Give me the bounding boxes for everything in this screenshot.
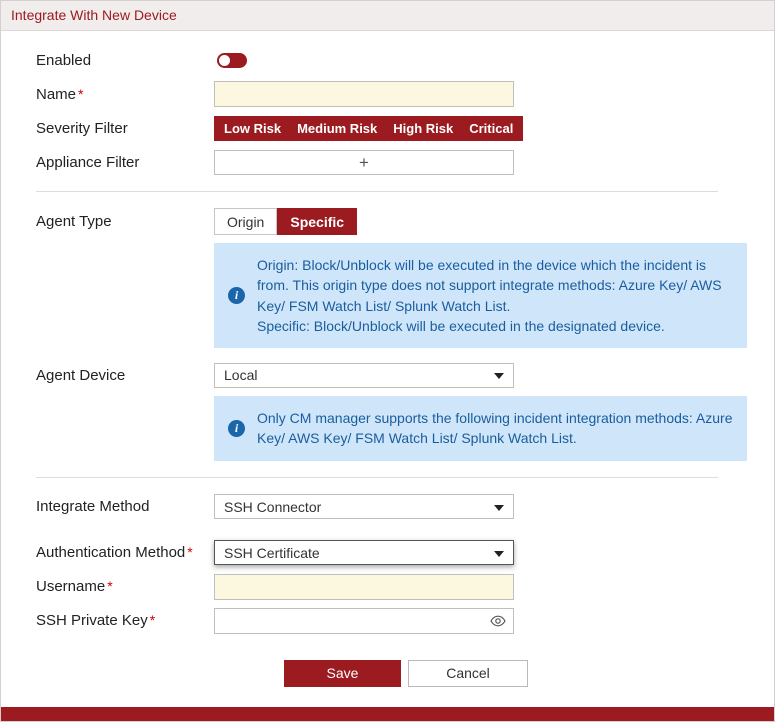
severity-filter-label: Severity Filter: [36, 120, 214, 137]
agent-type-info-text: Origin: Block/Unblock will be executed i…: [257, 255, 733, 336]
appliance-filter-label: Appliance Filter: [36, 154, 214, 171]
auth-method-row: Authentication Method* SSH Certificate: [36, 540, 718, 566]
enabled-label: Enabled: [36, 52, 214, 69]
agent-device-row: Agent Device Local: [36, 362, 718, 388]
info-icon: i: [228, 287, 245, 304]
footer-bar: [1, 707, 774, 721]
required-asterisk: *: [187, 544, 192, 560]
required-asterisk: *: [78, 86, 83, 102]
name-row: Name*: [36, 81, 718, 107]
severity-option-medium[interactable]: Medium Risk: [297, 121, 377, 136]
agent-device-info-text: Only CM manager supports the following i…: [257, 408, 733, 449]
auth-method-dropdown[interactable]: SSH Certificate: [214, 540, 514, 565]
enabled-row: Enabled: [36, 47, 718, 73]
save-button[interactable]: Save: [284, 660, 401, 687]
agent-type-tab-origin[interactable]: Origin: [214, 208, 277, 235]
ssh-private-key-input[interactable]: [214, 608, 514, 634]
chevron-down-icon: [494, 551, 504, 557]
integrate-device-dialog: Integrate With New Device Enabled Name* …: [0, 0, 775, 722]
integrate-method-label: Integrate Method: [36, 498, 214, 515]
auth-method-value: SSH Certificate: [224, 545, 320, 561]
name-label: Name*: [36, 86, 214, 103]
agent-type-info-specific: Specific: Block/Unblock will be executed…: [257, 316, 733, 336]
ssh-private-key-field: [214, 608, 514, 634]
integrate-method-value: SSH Connector: [224, 499, 321, 515]
severity-filter-bar: Low Risk Medium Risk High Risk Critical: [214, 116, 523, 141]
agent-type-row: Agent Type Origin Specific: [36, 208, 718, 235]
agent-device-dropdown[interactable]: Local: [214, 363, 514, 388]
username-row: Username*: [36, 574, 718, 600]
toggle-knob: [219, 55, 230, 66]
enabled-toggle[interactable]: [217, 53, 247, 68]
severity-option-high[interactable]: High Risk: [393, 121, 453, 136]
agent-type-label: Agent Type: [36, 213, 214, 230]
name-input[interactable]: [214, 81, 514, 107]
severity-filter-row: Severity Filter Low Risk Medium Risk Hig…: [36, 115, 718, 141]
ssh-private-key-label: SSH Private Key*: [36, 612, 214, 629]
chevron-down-icon: [494, 373, 504, 379]
agent-device-infobox: i Only CM manager supports the following…: [214, 396, 747, 461]
section-divider: [36, 477, 718, 478]
dialog-body: Enabled Name* Severity Filter Low Risk M…: [1, 31, 747, 687]
action-buttons: Save Cancel: [36, 660, 718, 687]
severity-option-critical[interactable]: Critical: [469, 121, 513, 136]
auth-method-label: Authentication Method*: [36, 544, 214, 561]
agent-type-tab-specific[interactable]: Specific: [277, 208, 357, 235]
agent-type-info-origin: Origin: Block/Unblock will be executed i…: [257, 255, 733, 316]
username-label: Username*: [36, 578, 214, 595]
required-asterisk: *: [107, 578, 112, 594]
info-icon: i: [228, 420, 245, 437]
integrate-method-dropdown[interactable]: SSH Connector: [214, 494, 514, 519]
eye-icon[interactable]: [490, 614, 506, 633]
ssh-private-key-row: SSH Private Key*: [36, 608, 718, 634]
agent-type-infobox: i Origin: Block/Unblock will be executed…: [214, 243, 747, 348]
cancel-button[interactable]: Cancel: [408, 660, 528, 687]
agent-device-value: Local: [224, 367, 257, 383]
username-input[interactable]: [214, 574, 514, 600]
integrate-method-row: Integrate Method SSH Connector: [36, 494, 718, 520]
section-divider: [36, 191, 718, 192]
plus-icon: +: [359, 154, 369, 171]
dialog-title: Integrate With New Device: [11, 7, 177, 23]
dialog-header: Integrate With New Device: [1, 1, 774, 31]
required-asterisk: *: [150, 612, 155, 628]
appliance-filter-add-button[interactable]: +: [214, 150, 514, 175]
agent-device-label: Agent Device: [36, 367, 214, 384]
chevron-down-icon: [494, 505, 504, 511]
severity-option-low[interactable]: Low Risk: [224, 121, 281, 136]
appliance-filter-row: Appliance Filter +: [36, 149, 718, 175]
